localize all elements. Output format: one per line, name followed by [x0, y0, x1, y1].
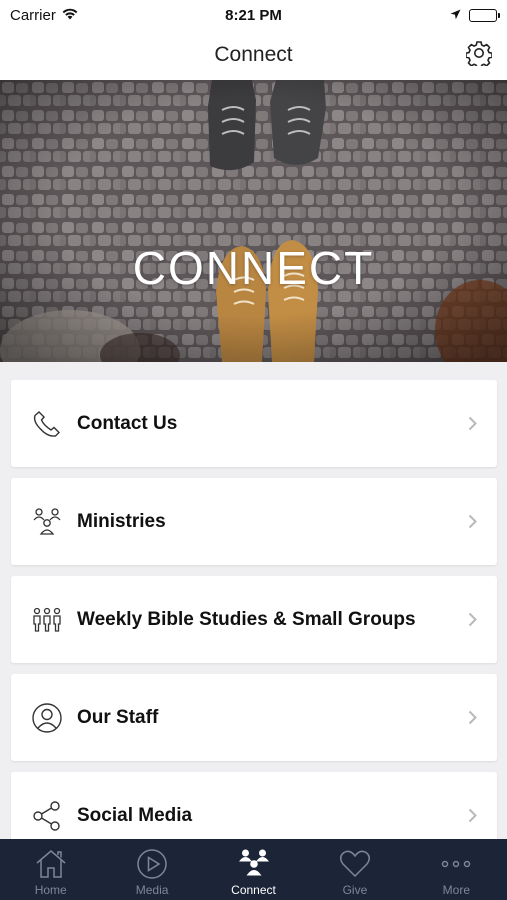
- menu-item-label: Social Media: [77, 804, 193, 826]
- status-left: Carrier: [10, 7, 79, 24]
- tab-home[interactable]: Home: [0, 839, 101, 900]
- location-arrow-icon: [450, 7, 461, 24]
- hero-banner: CONNECT: [0, 80, 507, 362]
- chevron-right-icon: [465, 512, 479, 532]
- chevron-right-icon: [465, 610, 479, 630]
- menu-item-label: Contact Us: [77, 412, 178, 434]
- tab-give[interactable]: Give: [304, 839, 405, 900]
- more-icon: [439, 847, 473, 881]
- menu-item-our-staff[interactable]: Our Staff: [11, 674, 497, 761]
- connect-menu-list: Contact Us Ministries Weekly Bible Studi…: [11, 380, 497, 870]
- page-title: Connect: [214, 43, 293, 66]
- tab-label: Home: [34, 883, 67, 897]
- group-icon: [29, 602, 65, 638]
- menu-item-label: Our Staff: [77, 706, 159, 728]
- gear-icon: [465, 40, 493, 71]
- heart-icon: [338, 847, 372, 881]
- carrier-label: Carrier: [10, 6, 56, 24]
- navigation-bar: Connect: [0, 30, 507, 80]
- menu-item-label: Weekly Bible Studies & Small Groups: [77, 608, 416, 630]
- tab-media[interactable]: Media: [101, 839, 202, 900]
- home-icon: [34, 847, 68, 881]
- play-icon: [135, 847, 169, 881]
- phone-icon: [29, 406, 65, 442]
- hero-title: CONNECT: [132, 242, 375, 294]
- status-right: [450, 7, 500, 24]
- chevron-right-icon: [465, 806, 479, 826]
- status-bar: Carrier 8:21 PM: [0, 0, 507, 30]
- menu-item-contact-us[interactable]: Contact Us: [11, 380, 497, 467]
- tab-more[interactable]: More: [406, 839, 507, 900]
- tab-connect[interactable]: Connect: [203, 839, 304, 900]
- menu-item-label: Ministries: [77, 510, 166, 532]
- chevron-right-icon: [465, 414, 479, 434]
- ministries-icon: [29, 504, 65, 540]
- share-icon: [29, 798, 65, 834]
- tab-label: Give: [342, 883, 368, 897]
- settings-button[interactable]: [465, 40, 493, 71]
- connect-icon: [237, 847, 271, 881]
- cobblestone-photo: [0, 80, 507, 362]
- tab-label: Connect: [231, 883, 276, 897]
- menu-item-ministries[interactable]: Ministries: [11, 478, 497, 565]
- battery-icon: [469, 8, 500, 22]
- wifi-icon: [61, 7, 79, 24]
- chevron-right-icon: [465, 708, 479, 728]
- person-icon: [29, 700, 65, 736]
- tab-label: Media: [135, 883, 169, 897]
- tab-bar: Home Media Connect Give More: [0, 839, 507, 900]
- menu-item-bible-studies[interactable]: Weekly Bible Studies & Small Groups: [11, 576, 497, 663]
- tab-label: More: [442, 883, 470, 897]
